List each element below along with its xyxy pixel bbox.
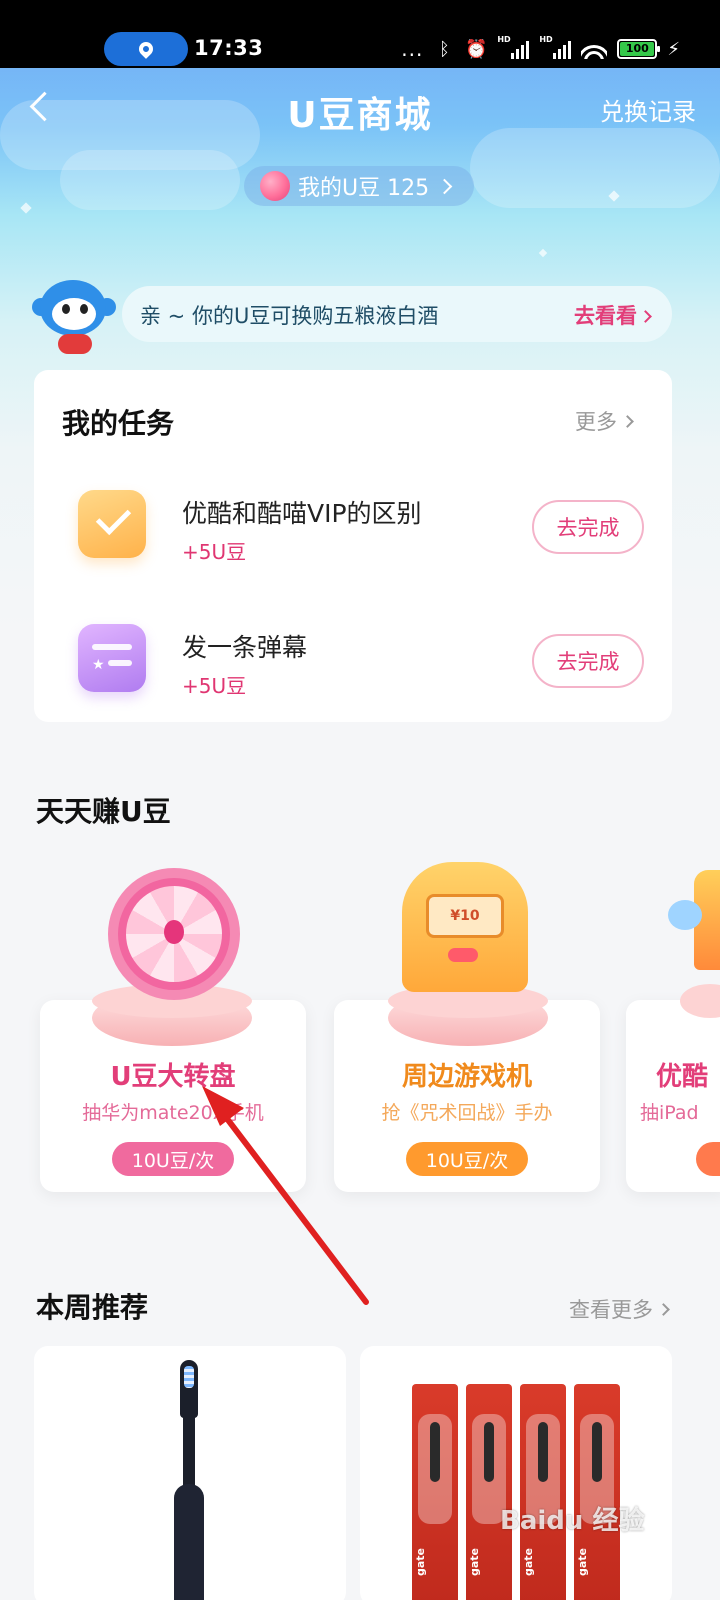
annotation-arrow-icon — [202, 1086, 369, 1305]
